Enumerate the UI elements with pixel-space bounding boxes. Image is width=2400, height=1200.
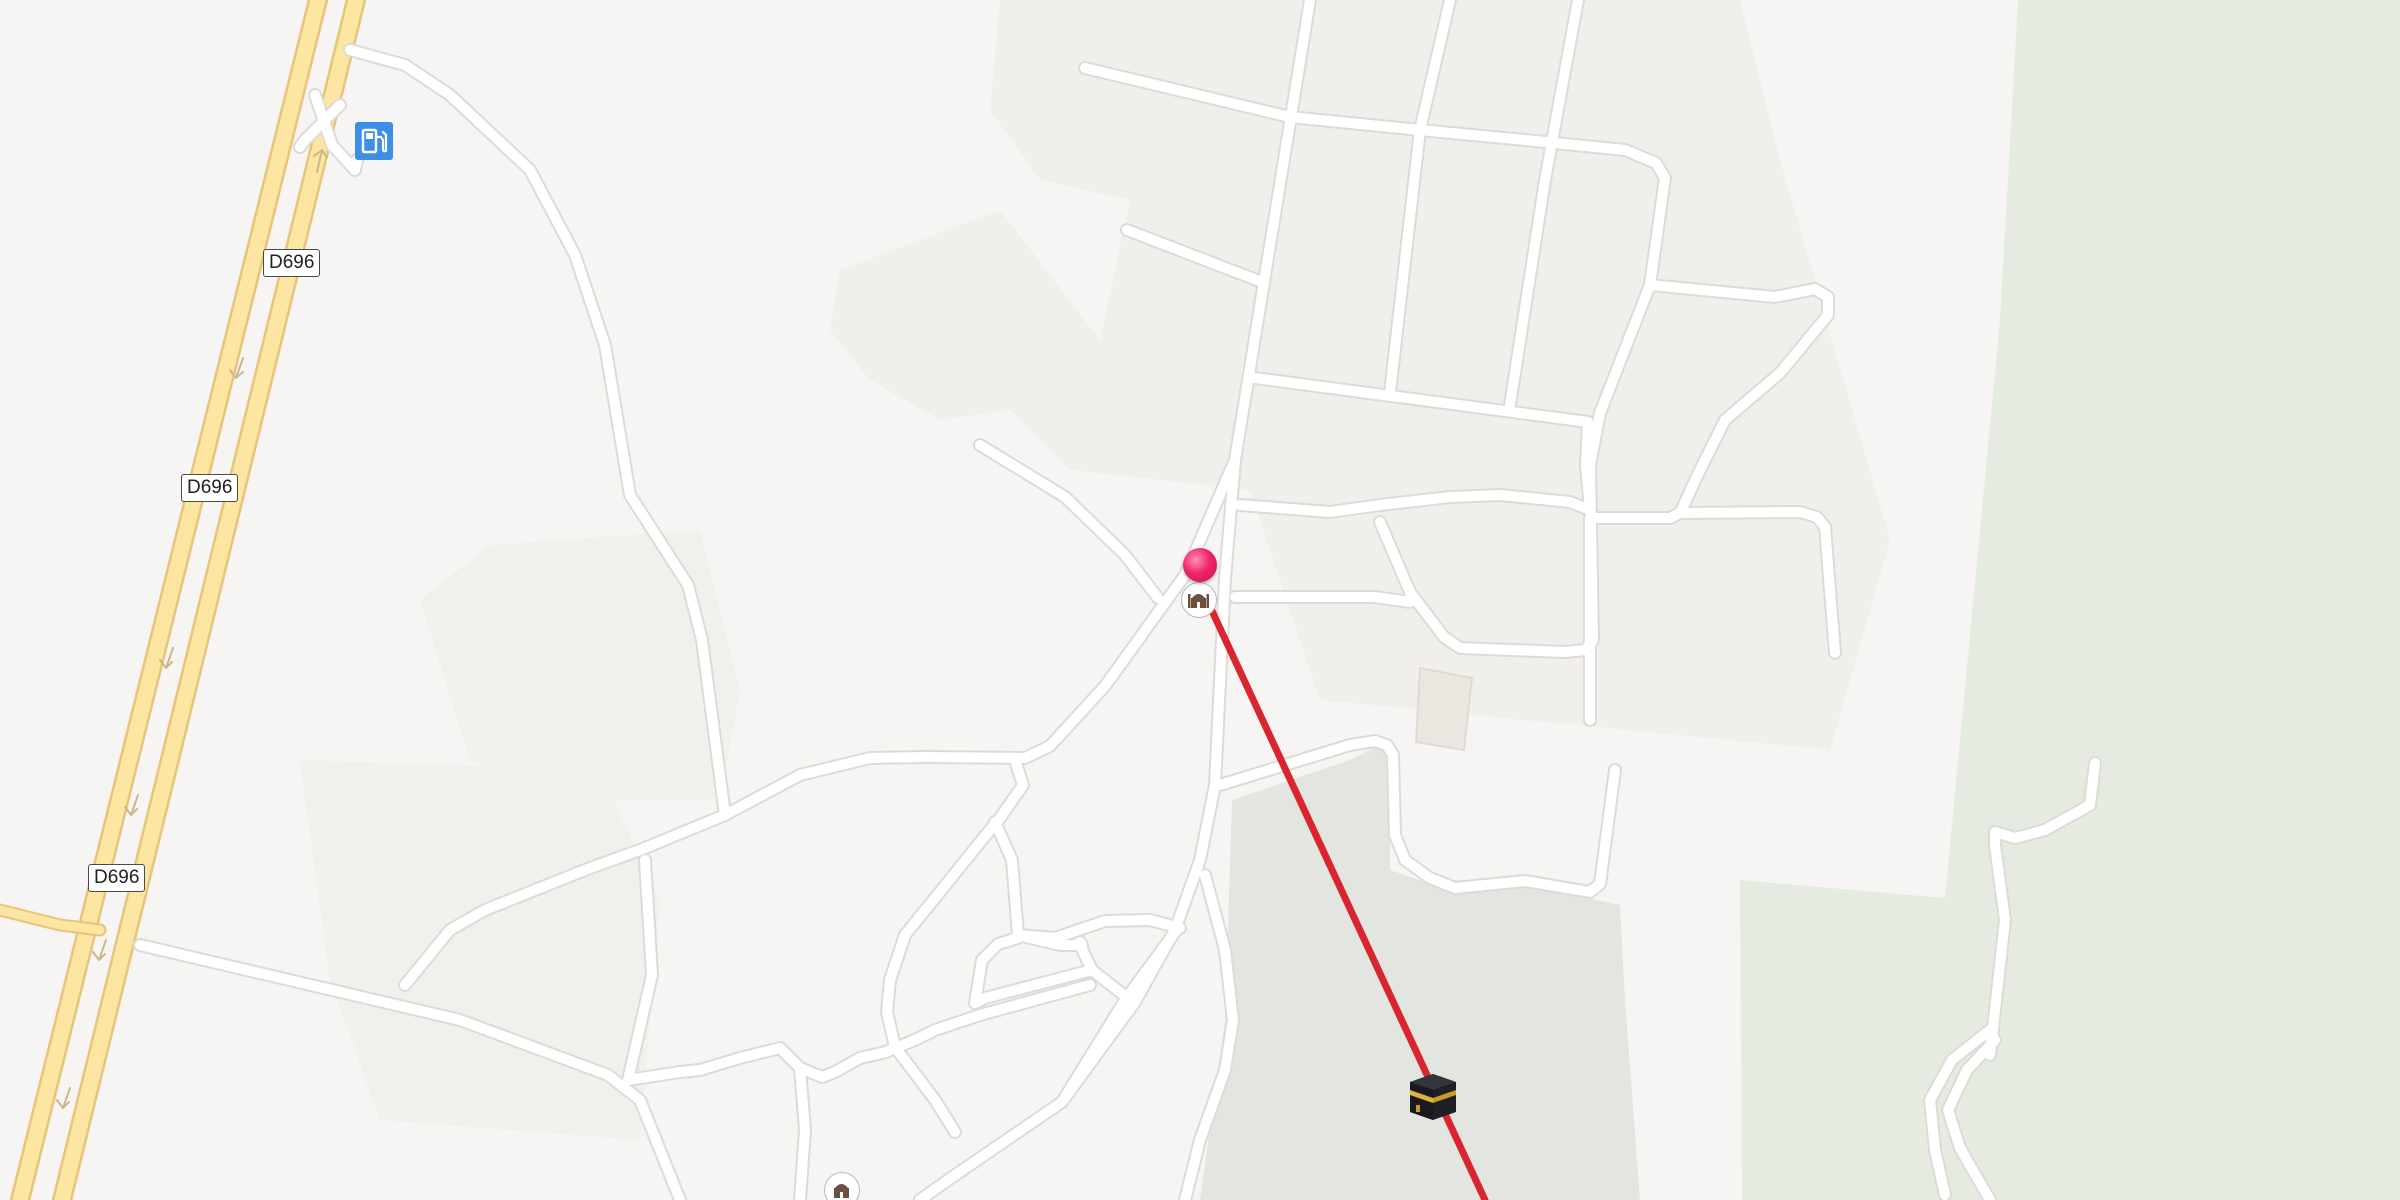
fuel-station-icon[interactable] <box>355 122 393 160</box>
landuse-area <box>830 0 1890 750</box>
road-shield-d696: D696 <box>263 249 321 277</box>
green-area <box>1200 740 1640 1200</box>
mosque-icon[interactable] <box>824 1172 860 1200</box>
landuse-area <box>420 530 740 800</box>
road-shield-d696: D696 <box>88 864 146 892</box>
map-canvas[interactable]: D696 D696 D696 <box>0 0 2400 1200</box>
road-shield-d696: D696 <box>181 474 239 502</box>
location-pin-icon[interactable] <box>1183 548 1217 582</box>
kaaba-icon[interactable] <box>1406 1070 1460 1124</box>
building <box>1414 666 1474 752</box>
landuse-area <box>300 760 660 1140</box>
highway-d696 <box>0 0 366 1200</box>
mosque-icon[interactable] <box>1181 582 1217 618</box>
